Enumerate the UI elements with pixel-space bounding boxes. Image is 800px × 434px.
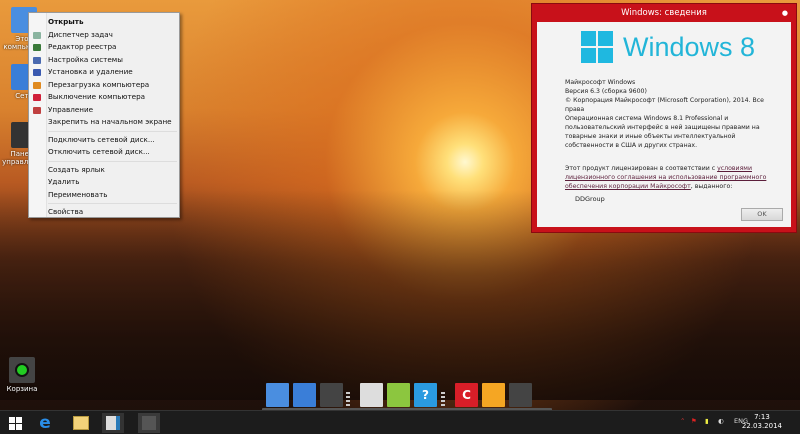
title-bar[interactable]: Windows: сведения ● bbox=[532, 4, 796, 22]
flag-icon[interactable]: ⚑ bbox=[691, 417, 697, 425]
context-menu: Открыть Диспетчер задач Редактор реестра На… bbox=[28, 12, 180, 218]
context-menu-item[interactable]: Редактор реестра bbox=[29, 41, 179, 54]
dock-item-control-panel-icon[interactable] bbox=[320, 383, 343, 407]
dock-item-globe-icon[interactable] bbox=[293, 383, 316, 407]
dock-item-help-icon[interactable]: ? bbox=[414, 383, 437, 407]
dock-item-ccleaner-icon[interactable]: C bbox=[455, 383, 478, 407]
clock[interactable]: 7:13 22.03.2014 bbox=[742, 413, 782, 431]
programs-icon bbox=[33, 69, 41, 76]
system-config-icon bbox=[33, 56, 41, 64]
tray-expand-icon[interactable]: ⌃ bbox=[680, 417, 685, 425]
dock-item-recycle-bin-icon[interactable] bbox=[509, 383, 532, 407]
dock-item-gamepad-icon[interactable] bbox=[360, 383, 383, 407]
context-menu-item[interactable]: Перезагрузка компьютера bbox=[29, 79, 179, 92]
registry-icon bbox=[33, 44, 41, 51]
dock-item-computer-icon[interactable] bbox=[266, 383, 289, 407]
desktop-icon-recycle-bin[interactable]: Корзина bbox=[0, 357, 44, 393]
internet-explorer-icon[interactable]: e bbox=[34, 413, 56, 433]
version-info: Майкрософт Windows Версия 6.3 (сборка 96… bbox=[565, 79, 764, 149]
about-windows-dialog: Windows: сведения ● Windows 8 Майкрософт … bbox=[531, 3, 797, 233]
menu-separator bbox=[48, 160, 177, 162]
task-manager-icon bbox=[33, 31, 41, 39]
ok-button[interactable]: OK bbox=[741, 208, 783, 221]
windows-start-icon bbox=[8, 416, 22, 430]
dock-separator bbox=[441, 392, 445, 406]
windows-flag-icon bbox=[581, 31, 613, 63]
manage-icon bbox=[33, 106, 41, 114]
start-button[interactable] bbox=[4, 413, 26, 433]
license-text: Этот продукт лицензирован в соответствии… bbox=[565, 165, 767, 190]
licensed-owner: DDGroup bbox=[575, 195, 605, 203]
taskbar-control-panel[interactable] bbox=[138, 413, 160, 433]
recycle-bin-icon bbox=[9, 357, 35, 383]
context-menu-item[interactable]: Подключить сетевой диск... bbox=[29, 134, 179, 147]
context-menu-item[interactable]: Установка и удаление bbox=[29, 66, 179, 79]
battery-icon[interactable]: ▮ bbox=[705, 417, 709, 425]
menu-separator bbox=[48, 203, 177, 204]
taskbar: e ⌃ ⚑ ▮ ◐ ENG 7:13 22.03.2014 bbox=[0, 410, 800, 434]
context-menu-item[interactable]: Выключение компьютера bbox=[29, 91, 179, 104]
context-menu-item[interactable]: Отключить сетевой диск... bbox=[29, 146, 179, 159]
context-menu-item[interactable]: Переименовать bbox=[29, 189, 179, 202]
context-menu-item[interactable]: Настройка системы bbox=[29, 54, 179, 67]
dock-separator bbox=[346, 392, 350, 406]
context-menu-item[interactable]: Управление bbox=[29, 104, 179, 117]
dock-item-folder-icon[interactable] bbox=[482, 383, 505, 407]
context-menu-item[interactable]: Диспетчер задач bbox=[29, 29, 179, 42]
context-menu-item[interactable]: Свойства bbox=[29, 206, 179, 219]
context-menu-item[interactable]: Создать ярлык bbox=[29, 164, 179, 177]
restart-icon bbox=[33, 81, 41, 89]
shutdown-icon bbox=[33, 94, 41, 101]
windows-logo: Windows 8 bbox=[581, 31, 755, 63]
context-menu-item[interactable]: Закрепить на начальном экране bbox=[29, 116, 179, 129]
taskbar-app-window[interactable] bbox=[102, 413, 124, 433]
context-menu-item[interactable]: Удалить bbox=[29, 176, 179, 189]
menu-separator bbox=[48, 130, 177, 132]
context-menu-item[interactable]: Открыть bbox=[29, 16, 179, 29]
dock-item-share-icon[interactable] bbox=[387, 383, 410, 407]
close-icon[interactable]: ● bbox=[782, 4, 788, 22]
volume-icon[interactable]: ◐ bbox=[718, 417, 724, 425]
file-explorer-icon[interactable] bbox=[70, 413, 92, 433]
